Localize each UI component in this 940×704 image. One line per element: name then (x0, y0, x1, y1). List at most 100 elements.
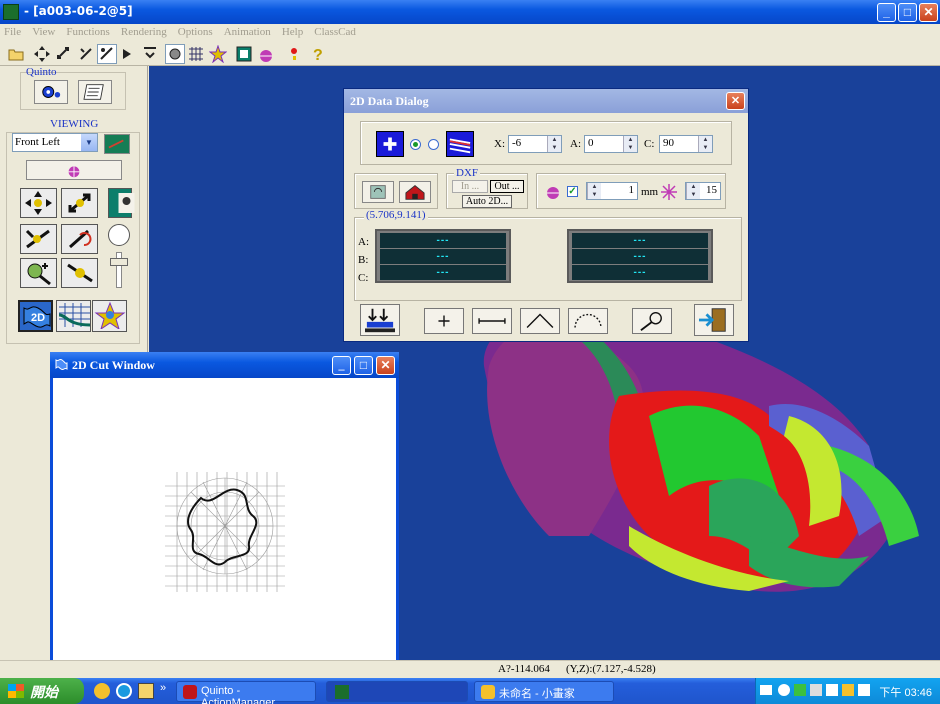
render-view-button[interactable] (26, 160, 122, 180)
x-label: X: (494, 138, 505, 150)
cut-minimize-button[interactable]: _ (332, 356, 351, 375)
display-icon[interactable] (858, 684, 870, 696)
row-c-label: C: (358, 272, 369, 284)
dialog-close-button[interactable]: ✕ (726, 92, 745, 110)
minimize-button[interactable]: _ (877, 3, 896, 22)
x-input[interactable]: -6 ▲ ▼ (508, 135, 562, 153)
plus-mode-button[interactable] (376, 131, 404, 157)
rotate-icon[interactable] (54, 44, 74, 64)
task-paint-label: 未命名 - 小畫家 (499, 688, 575, 700)
add-point-button[interactable] (424, 308, 464, 334)
close-button[interactable]: ✕ (919, 3, 938, 22)
task-main-window[interactable] (326, 681, 468, 702)
menu-options[interactable]: Options (174, 24, 217, 38)
zoom-icon[interactable] (76, 44, 96, 64)
pan-icon[interactable] (32, 44, 52, 64)
keyboard-icon[interactable] (760, 685, 772, 695)
rotate-view-button[interactable] (61, 188, 98, 218)
fly-view-button[interactable] (61, 258, 98, 288)
open-folder-icon[interactable] (6, 44, 26, 64)
frame-icon[interactable] (234, 44, 254, 64)
dxf-out-button[interactable]: Out ... (490, 180, 524, 193)
2d-cut-button[interactable]: 2D (18, 300, 53, 332)
notes-button[interactable] (78, 80, 112, 104)
refresh-button[interactable] (362, 181, 394, 203)
angle-spinner[interactable]: ▲ ▼ (686, 183, 700, 199)
maximize-button[interactable]: □ (898, 3, 917, 22)
marker-icon[interactable] (284, 44, 304, 64)
spin-view-button[interactable] (61, 224, 98, 254)
network-icon[interactable] (794, 684, 806, 696)
gear-tool-icon[interactable] (165, 44, 185, 64)
mm-spinner[interactable]: ▲ ▼ (587, 183, 601, 199)
readout-left-a: --- (380, 233, 506, 248)
quick-launch-more-icon[interactable]: » (160, 682, 166, 694)
settings-button[interactable] (34, 80, 68, 104)
a-spinner[interactable]: ▲ ▼ (623, 136, 637, 152)
stamp-button[interactable] (360, 304, 400, 336)
cut-profile-canvas[interactable] (53, 378, 396, 682)
media-player-icon[interactable] (94, 683, 110, 699)
back-icon[interactable] (778, 684, 790, 696)
render-icon[interactable] (256, 44, 276, 64)
profile-button[interactable] (56, 300, 91, 332)
browser-icon[interactable] (116, 683, 132, 699)
chevron-down-icon[interactable]: ▼ (81, 134, 97, 151)
app-icon[interactable] (3, 4, 19, 20)
camera-button[interactable] (108, 188, 135, 218)
section-button[interactable] (92, 300, 127, 332)
task-quinto[interactable]: Quinto - ActionManager (176, 681, 316, 704)
zoom-in-view-button[interactable] (20, 258, 57, 288)
menu-functions[interactable]: Functions (62, 24, 113, 38)
menu-rendering[interactable]: Rendering (117, 24, 171, 38)
x-spinner[interactable]: ▲ ▼ (547, 136, 561, 152)
c-input[interactable]: 90 ▲ ▼ (659, 135, 713, 153)
grid-icon[interactable] (186, 44, 206, 64)
stripe-mode-button[interactable] (446, 131, 474, 157)
angle-button[interactable] (520, 308, 560, 334)
zoom-slider-handle[interactable] (110, 258, 128, 266)
exit-button[interactable] (694, 304, 734, 336)
menu-view[interactable]: View (28, 24, 59, 38)
tray-app-icon[interactable] (842, 684, 854, 696)
radio-option-1[interactable] (410, 139, 421, 150)
dxf-in-button[interactable]: In ... (452, 180, 488, 193)
menu-classcad[interactable]: ClassCad (310, 24, 360, 38)
cut-close-button[interactable]: ✕ (376, 356, 395, 375)
cut-maximize-button[interactable]: □ (354, 356, 373, 375)
line-button[interactable] (472, 308, 512, 334)
spin-icon[interactable] (97, 44, 117, 64)
pan-view-button[interactable] (20, 188, 57, 218)
arc-button[interactable] (568, 308, 608, 334)
start-button[interactable]: 開始 (0, 678, 84, 704)
menu-help[interactable]: Help (278, 24, 307, 38)
volume-icon[interactable] (826, 684, 838, 696)
menu-animation[interactable]: Animation (220, 24, 275, 38)
a-input[interactable]: 0 ▲ ▼ (584, 135, 638, 153)
step-checkbox[interactable]: ✓ (567, 186, 578, 197)
view-select[interactable]: Front Left ▼ (12, 133, 98, 152)
auto-2d-button[interactable]: Auto 2D... (462, 195, 512, 208)
zoom-view-button[interactable] (20, 224, 57, 254)
shield-icon[interactable] (810, 684, 822, 696)
help-icon[interactable]: ? (308, 44, 328, 64)
star-icon[interactable] (208, 44, 228, 64)
cut-window-title: 2D Cut Window (72, 358, 155, 372)
arrow-icon[interactable] (140, 44, 160, 64)
view-apply-button[interactable] (104, 134, 130, 154)
paint-task-icon (481, 685, 495, 699)
a-label: A: (570, 138, 581, 150)
angle-input[interactable]: ▲ ▼ 15 (685, 182, 721, 200)
viewing-label: VIEWING (50, 118, 99, 130)
mm-input[interactable]: ▲ ▼ 1 (586, 182, 638, 200)
menu-file[interactable]: File (0, 24, 25, 38)
search-button[interactable] (632, 308, 672, 334)
radio-option-2[interactable] (428, 139, 439, 150)
quick-launch-icon[interactable] (138, 683, 154, 699)
c-spinner[interactable]: ▲ ▼ (698, 136, 712, 152)
fly-icon[interactable] (118, 44, 138, 64)
home-button[interactable] (399, 181, 431, 203)
task-paint[interactable]: 未命名 - 小畫家 (474, 681, 614, 702)
status-yz: (Y,Z):(7.127,-4.528) (566, 663, 656, 675)
dial-icon[interactable] (108, 224, 130, 246)
